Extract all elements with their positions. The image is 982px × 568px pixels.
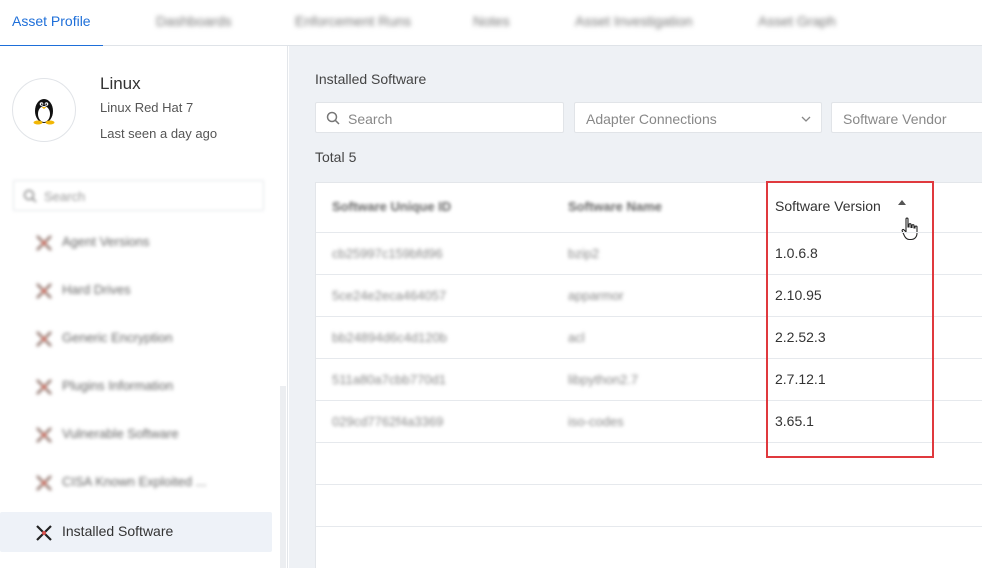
tab-notes[interactable]: Notes [473,0,510,46]
column-header-id[interactable]: Software Unique ID [332,199,451,214]
cross-tools-icon [36,525,52,541]
sidebar-item-label: Generic Encryption [62,330,173,345]
sidebar-item-label: Hard Drives [62,282,131,297]
total-label: Total [315,149,345,165]
sidebar-search-input[interactable]: Search [13,180,264,211]
sidebar: Linux Linux Red Hat 7 Last seen a day ag… [0,46,288,568]
cross-tools-icon [36,235,52,251]
cell-id: 5ce24e2eca464057 [332,288,447,303]
tab-asset-investigation[interactable]: Asset Investigation [575,0,693,46]
cross-tools-icon [36,427,52,443]
software-search-input[interactable]: Search [315,102,564,133]
search-icon [23,189,37,203]
asset-name: Linux [100,74,141,93]
sidebar-scrollbar[interactable] [280,386,286,568]
search-icon [326,111,340,125]
cross-tools-icon [36,283,52,299]
sidebar-item-hard-drives[interactable]: Hard Drives [0,270,272,310]
software-vendor-label: Software Vendor [843,111,947,127]
cell-id: cb25997c159bfd96 [332,246,443,261]
sidebar-item-generic-encryption[interactable]: Generic Encryption [0,318,272,358]
adapter-connections-label: Adapter Connections [586,111,717,127]
cell-name: bzip2 [568,246,600,261]
cell-id: bb24894d6c4d120b [332,330,447,345]
search-placeholder: Search [348,111,393,127]
sidebar-item-installed-software[interactable]: Installed Software [0,512,272,552]
asset-last-seen: Last seen a day ago [100,126,218,141]
sidebar-item-label: Vulnerable Software [62,426,179,441]
tab-asset-profile[interactable]: Asset Profile [0,0,103,47]
adapter-connections-select[interactable]: Adapter Connections [574,102,822,133]
sidebar-item-cisa-known-exploited[interactable]: CISA Known Exploited ... [0,462,272,502]
cell-name: iso-codes [568,414,624,429]
asset-avatar [12,78,76,142]
sidebar-item-label: Plugins Information [62,378,174,393]
total-number: 5 [348,149,357,165]
sidebar-item-agent-versions[interactable]: Agent Versions [0,222,272,262]
sidebar-item-vulnerable-software[interactable]: Vulnerable Software [0,414,272,454]
cell-id: 511a80a7cbb770d1 [332,372,446,387]
tab-dashboards[interactable]: Dashboards [156,0,232,46]
column-header-name[interactable]: Software Name [568,199,662,214]
sidebar-search-placeholder: Search [44,189,86,204]
chevron-down-icon [801,116,811,122]
tab-bar: Asset Profile Dashboards Enforcement Run… [0,0,982,47]
cross-tools-icon [36,331,52,347]
software-vendor-select[interactable]: Software Vendor [831,102,982,133]
sidebar-item-label: CISA Known Exploited ... [62,474,207,489]
cell-name: acl [568,330,585,345]
cross-tools-icon [36,379,52,395]
section-title: Installed Software [315,71,427,87]
tab-asset-graph[interactable]: Asset Graph [758,0,836,46]
total-count: Total 5 [315,149,356,165]
sidebar-item-plugins-information[interactable]: Plugins Information [0,366,272,406]
cell-name: libpython2.7 [568,372,639,387]
cell-id: 029cd7762f4a3369 [332,414,444,429]
sidebar-item-label: Agent Versions [62,234,150,249]
cell-name: apparmor [568,288,624,303]
version-column-highlight [766,181,934,458]
tux-penguin-icon [33,99,55,125]
row-divider [316,484,982,485]
cross-tools-icon [36,475,52,491]
sidebar-item-label: Installed Software [62,523,174,539]
row-divider [316,526,982,527]
tab-enforcement-runs[interactable]: Enforcement Runs [295,0,411,46]
asset-os: Linux Red Hat 7 [100,100,194,115]
